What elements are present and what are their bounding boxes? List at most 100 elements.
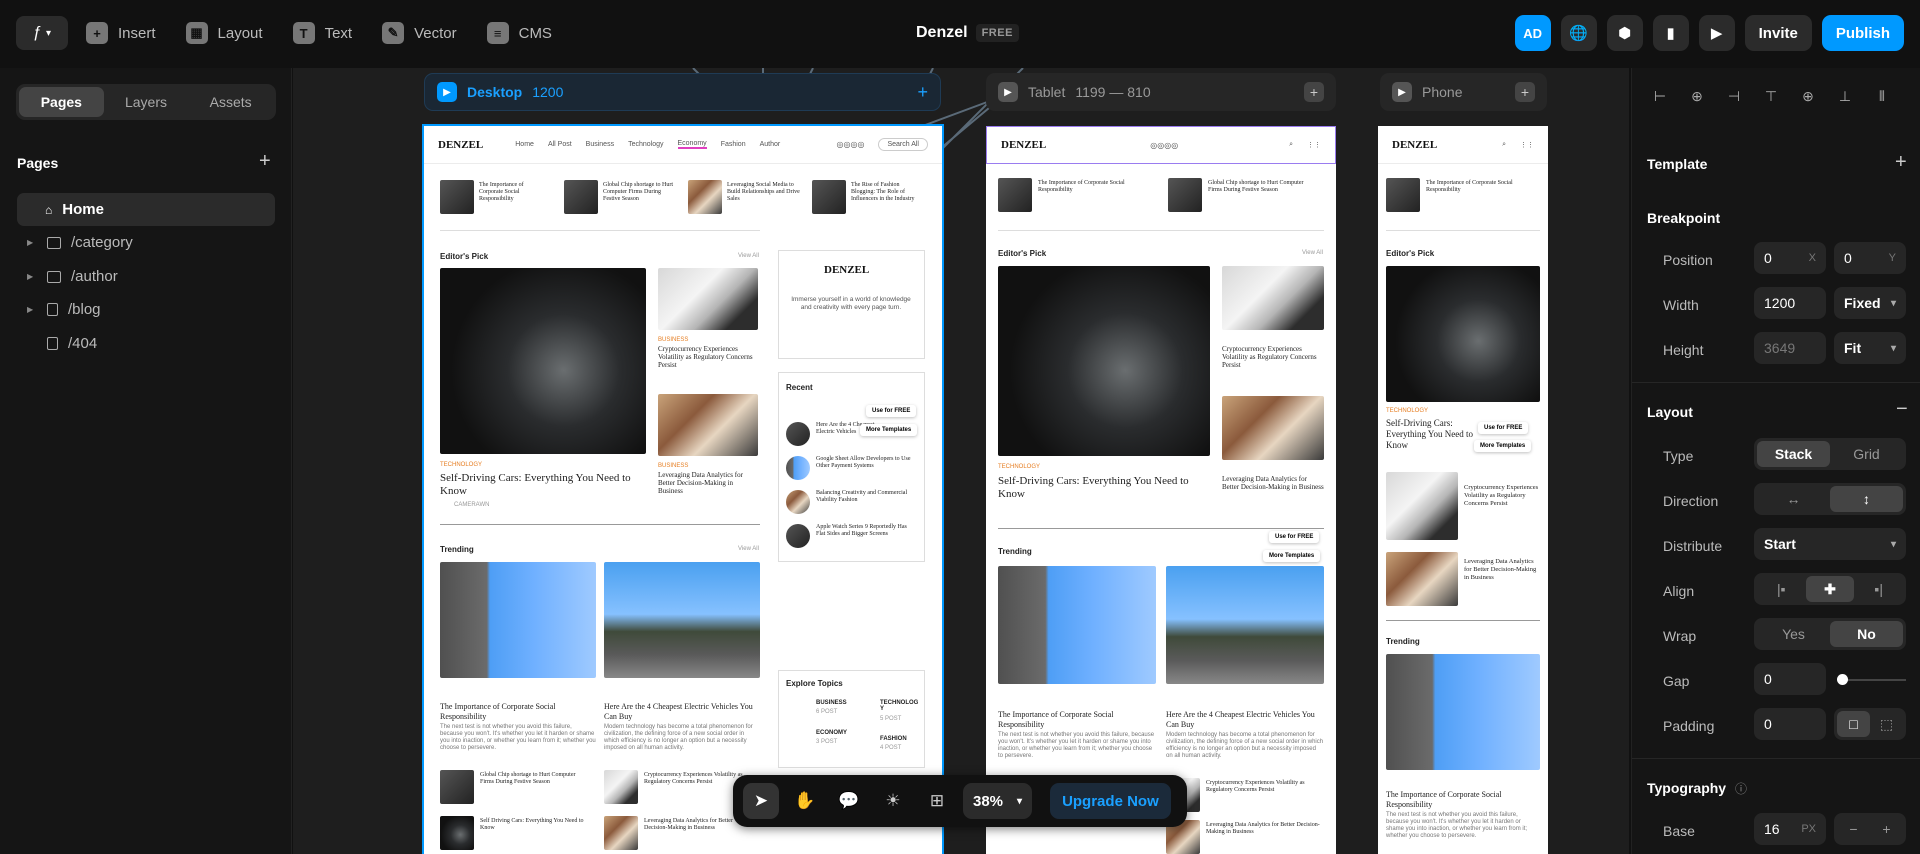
canvas[interactable]: ▶ Desktop 1200 + ▶ Tablet 1199 — 810 + ▶…	[293, 68, 1629, 854]
featured-title[interactable]: The Importance of Corporate Social Respo…	[1038, 180, 1138, 194]
theme-sun-icon[interactable]: ☀	[875, 783, 911, 819]
site-search[interactable]: Search All	[878, 138, 928, 151]
page-item-author[interactable]: ▶/author	[17, 260, 275, 293]
collapse-layout-minus-icon[interactable]: −	[1896, 398, 1908, 421]
nav-all-post[interactable]: All Post	[548, 141, 572, 148]
recent-title[interactable]: Apple Watch Series 9 Reportedly Has Flat…	[816, 524, 916, 538]
preview-play-icon[interactable]: ▶	[1698, 15, 1735, 51]
expand-arrow-icon[interactable]: ▶	[27, 272, 33, 281]
nav-fashion[interactable]: Fashion	[721, 141, 746, 148]
direction-horizontal-icon[interactable]: ↔	[1757, 486, 1830, 512]
main-story-image[interactable]	[1386, 266, 1540, 402]
main-story-image[interactable]	[998, 266, 1210, 456]
play-icon[interactable]: ▶	[1392, 82, 1412, 102]
user-avatar[interactable]: AD	[1514, 15, 1551, 51]
side-story-image[interactable]	[1386, 552, 1458, 606]
add-page-plus-icon[interactable]: +	[259, 150, 271, 173]
padding-input[interactable]: 0	[1754, 708, 1826, 740]
topic-name[interactable]: TECHNOLOG Y	[880, 700, 920, 712]
align-right-icon[interactable]: ⊣	[1726, 88, 1742, 104]
featured-title[interactable]: Global Chip shortage to Hurt Computer Fi…	[603, 182, 677, 203]
position-y-input[interactable]: 0Y	[1834, 242, 1906, 274]
position-x-input[interactable]: 0X	[1754, 242, 1826, 274]
hand-tool-icon[interactable]: ✋	[787, 783, 823, 819]
tablet-frame[interactable]: DENZEL ◎◎◎◎ ⌕ ⋮⋮ The Importance of Corpo…	[986, 126, 1336, 854]
zoom-select[interactable]: 38% ▾	[963, 783, 1033, 819]
side-story-image[interactable]	[1222, 266, 1324, 330]
use-for-free-badge[interactable]: Use for FREE	[1269, 531, 1320, 543]
grid-menu-icon[interactable]: ⋮⋮	[1520, 141, 1534, 149]
insert-menu[interactable]: + Insert	[86, 22, 156, 44]
page-item-home[interactable]: ⌂ Home	[17, 193, 275, 226]
main-story-title[interactable]: Self-Driving Cars: Everything You Need t…	[440, 472, 646, 498]
layout-menu[interactable]: ▦ Layout	[185, 22, 263, 44]
trending-image[interactable]	[1386, 654, 1540, 770]
featured-title[interactable]: Global Chip shortage to Hurt Computer Fi…	[1208, 180, 1318, 194]
more-templates-badge[interactable]: More Templates	[1474, 440, 1532, 452]
side-story-image[interactable]	[658, 394, 758, 456]
decrement-minus-icon[interactable]: −	[1837, 816, 1870, 842]
height-mode-select[interactable]: Fit ▾	[1834, 332, 1906, 364]
align-bottom-icon[interactable]: ⊥	[1837, 88, 1853, 104]
more-templates-badge[interactable]: More Templates	[1263, 550, 1321, 562]
side-story-title[interactable]: Leveraging Data Analytics for Better Dec…	[1464, 558, 1540, 582]
play-icon[interactable]: ▶	[998, 82, 1018, 102]
featured-title[interactable]: The Importance of Corporate Social Respo…	[479, 182, 547, 203]
width-input[interactable]: 1200	[1754, 287, 1826, 319]
page-item-404[interactable]: /404	[17, 327, 275, 360]
page-item-category[interactable]: ▶/category	[17, 226, 275, 259]
expand-arrow-icon[interactable]: ▶	[27, 238, 33, 247]
width-mode-select[interactable]: Fixed ▾	[1834, 287, 1906, 319]
add-template-plus-icon[interactable]: +	[1895, 151, 1907, 174]
gap-input[interactable]: 0	[1754, 663, 1826, 695]
increment-plus-icon[interactable]: +	[1870, 816, 1903, 842]
gap-slider-knob[interactable]	[1837, 674, 1848, 685]
side-story-image[interactable]	[658, 268, 758, 330]
framer-menu-button[interactable]: ƒ ▾	[16, 16, 68, 50]
topic-name[interactable]: BUSINESS	[816, 700, 847, 706]
tab-layers[interactable]: Layers	[104, 87, 189, 117]
trending-title[interactable]: The Importance of Corporate Social Respo…	[440, 702, 596, 722]
distribute-select[interactable]: Start ▾	[1754, 528, 1906, 560]
search-icon[interactable]: ⌕	[1289, 141, 1293, 149]
trending-small-title[interactable]: Leveraging Data Analytics for Better Dec…	[1206, 822, 1324, 836]
trending-small-title[interactable]: Self Driving Cars: Everything You Need t…	[480, 818, 590, 832]
grid-menu-icon[interactable]: ⋮⋮	[1307, 141, 1321, 149]
align-center-icon[interactable]: ✚	[1805, 576, 1855, 602]
more-templates-badge[interactable]: More Templates	[860, 424, 918, 436]
featured-title[interactable]: The Importance of Corporate Social Respo…	[1426, 180, 1538, 194]
phone-breakpoint-label[interactable]: ▶ Phone +	[1380, 73, 1547, 111]
main-story-title[interactable]: Self-Driving Cars: Everything You Need t…	[1386, 418, 1486, 451]
desktop-breakpoint-label[interactable]: ▶ Desktop 1200 +	[424, 73, 941, 111]
upgrade-now-button[interactable]: Upgrade Now	[1050, 783, 1171, 819]
project-title[interactable]: Denzel FREE	[916, 24, 1019, 42]
type-grid-option[interactable]: Grid	[1830, 441, 1903, 467]
analytics-icon[interactable]: ▮	[1652, 15, 1689, 51]
add-breakpoint-plus-icon[interactable]: +	[917, 82, 928, 103]
padding-individual-icon[interactable]: ⬚	[1870, 711, 1903, 737]
base-size-input[interactable]: 16 PX	[1754, 813, 1826, 845]
align-center-h-icon[interactable]: ⊕	[1689, 88, 1705, 104]
side-story-title[interactable]: Leveraging Data Analytics for Better Dec…	[1222, 475, 1324, 491]
nav-technology[interactable]: Technology	[628, 141, 663, 148]
info-icon[interactable]: ⓘ	[1735, 780, 1747, 797]
distribute-icon[interactable]: ⫴	[1874, 88, 1890, 104]
vector-menu[interactable]: ✎ Vector	[382, 22, 457, 44]
type-stack-option[interactable]: Stack	[1757, 441, 1830, 467]
comment-icon[interactable]: 💬	[831, 783, 867, 819]
align-left-icon[interactable]: ⊢	[1652, 88, 1668, 104]
direction-vertical-icon[interactable]: ↕	[1830, 486, 1903, 512]
view-all-link[interactable]: View All	[1302, 250, 1323, 256]
wrap-yes-option[interactable]: Yes	[1757, 621, 1830, 647]
page-item-blog[interactable]: ▶/blog	[17, 293, 275, 326]
globe-icon[interactable]: 🌐	[1560, 15, 1597, 51]
side-story-title[interactable]: Cryptocurrency Experiences Volatility as…	[1222, 345, 1324, 369]
invite-button[interactable]: Invite	[1744, 15, 1812, 51]
trending-title[interactable]: Here Are the 4 Cheapest Electric Vehicle…	[1166, 710, 1324, 730]
featured-title[interactable]: Leveraging Social Media to Build Relatio…	[727, 182, 801, 203]
align-end-icon[interactable]: ▪|	[1854, 576, 1903, 602]
settings-icon[interactable]: ⬢	[1606, 15, 1643, 51]
side-story-title[interactable]: Cryptocurrency Experiences Volatility as…	[658, 345, 758, 369]
trending-image[interactable]	[998, 566, 1156, 684]
nav-home[interactable]: Home	[515, 141, 534, 148]
